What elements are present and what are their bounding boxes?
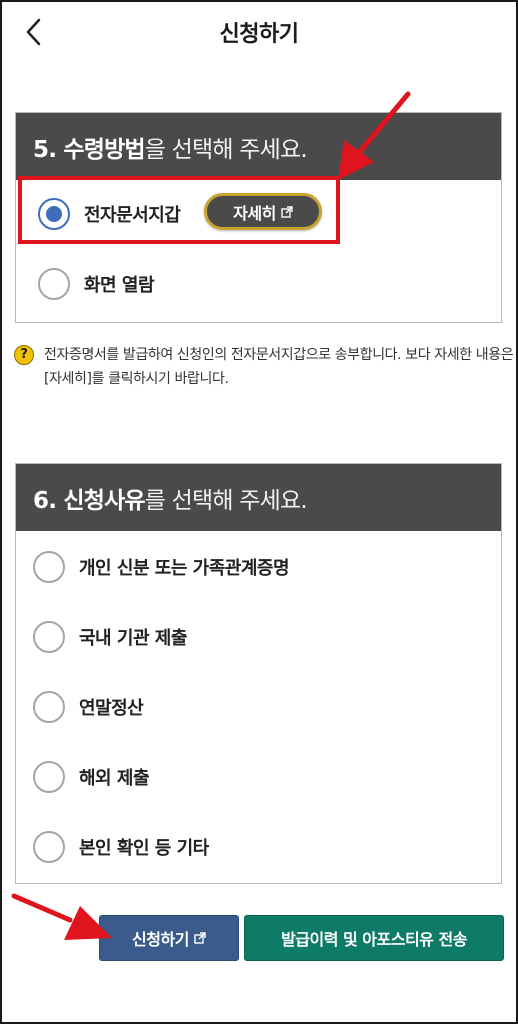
radio-reason[interactable] xyxy=(33,691,65,723)
option-e-wallet[interactable]: 전자문서지갑 xyxy=(38,189,181,239)
option-label: 국내 기관 제출 xyxy=(79,628,187,649)
option-year-end-tax[interactable]: 연말정산 xyxy=(33,682,144,732)
top-bar: 신청하기 xyxy=(0,0,518,64)
apply-button-label: 신청하기 xyxy=(132,930,189,949)
external-link-icon xyxy=(194,932,206,944)
radio-reason[interactable] xyxy=(33,551,65,583)
section-6-title-rest: 를 선택해 주세요. xyxy=(144,487,308,514)
page-title: 신청하기 xyxy=(219,22,299,47)
section-5-title-rest: 을 선택해 주세요. xyxy=(144,136,308,163)
section-5-header: 5. 수령방법 을 선택해 주세요. xyxy=(16,113,501,180)
section-6-title-strong: 6. 신청사유 xyxy=(33,487,146,514)
detail-button[interactable]: 자세히 xyxy=(204,193,322,230)
option-label: 화면 열람 xyxy=(84,275,155,296)
option-other[interactable]: 본인 확인 등 기타 xyxy=(33,822,209,872)
section-reason: 6. 신청사유 를 선택해 주세요. xyxy=(15,463,502,884)
send-history-apostille-button[interactable]: 발급이력 및 아포스티유 전송 xyxy=(244,915,504,961)
detail-button-label: 자세히 xyxy=(233,203,276,223)
option-label: 본인 확인 등 기타 xyxy=(79,838,209,859)
external-link-icon xyxy=(281,205,293,218)
option-label: 전자문서지갑 xyxy=(84,205,181,226)
section-5-title-strong: 5. 수령방법 xyxy=(33,136,146,163)
send-button-label: 발급이력 및 아포스티유 전송 xyxy=(281,930,467,949)
radio-reason[interactable] xyxy=(33,831,65,863)
option-domestic-submit[interactable]: 국내 기관 제출 xyxy=(33,612,187,662)
radio-screen-view[interactable] xyxy=(38,268,70,300)
option-label: 연말정산 xyxy=(79,698,144,719)
question-icon: ? xyxy=(14,345,34,365)
radio-e-wallet[interactable] xyxy=(38,198,70,230)
option-overseas-submit[interactable]: 해외 제출 xyxy=(33,752,150,802)
option-screen-view[interactable]: 화면 열람 xyxy=(38,259,155,309)
section-6-header: 6. 신청사유 를 선택해 주세요. xyxy=(16,464,501,531)
option-identity-family[interactable]: 개인 신분 또는 가족관계증명 xyxy=(33,542,290,592)
option-label: 해외 제출 xyxy=(79,768,150,789)
apply-button[interactable]: 신청하기 xyxy=(99,915,239,961)
option-label: 개인 신분 또는 가족관계증명 xyxy=(79,558,290,579)
help-text: 전자증명서를 발급하여 신청인의 전자문서지갑으로 송부합니다. 보다 자세한 … xyxy=(44,347,514,387)
radio-reason[interactable] xyxy=(33,761,65,793)
radio-reason[interactable] xyxy=(33,621,65,653)
